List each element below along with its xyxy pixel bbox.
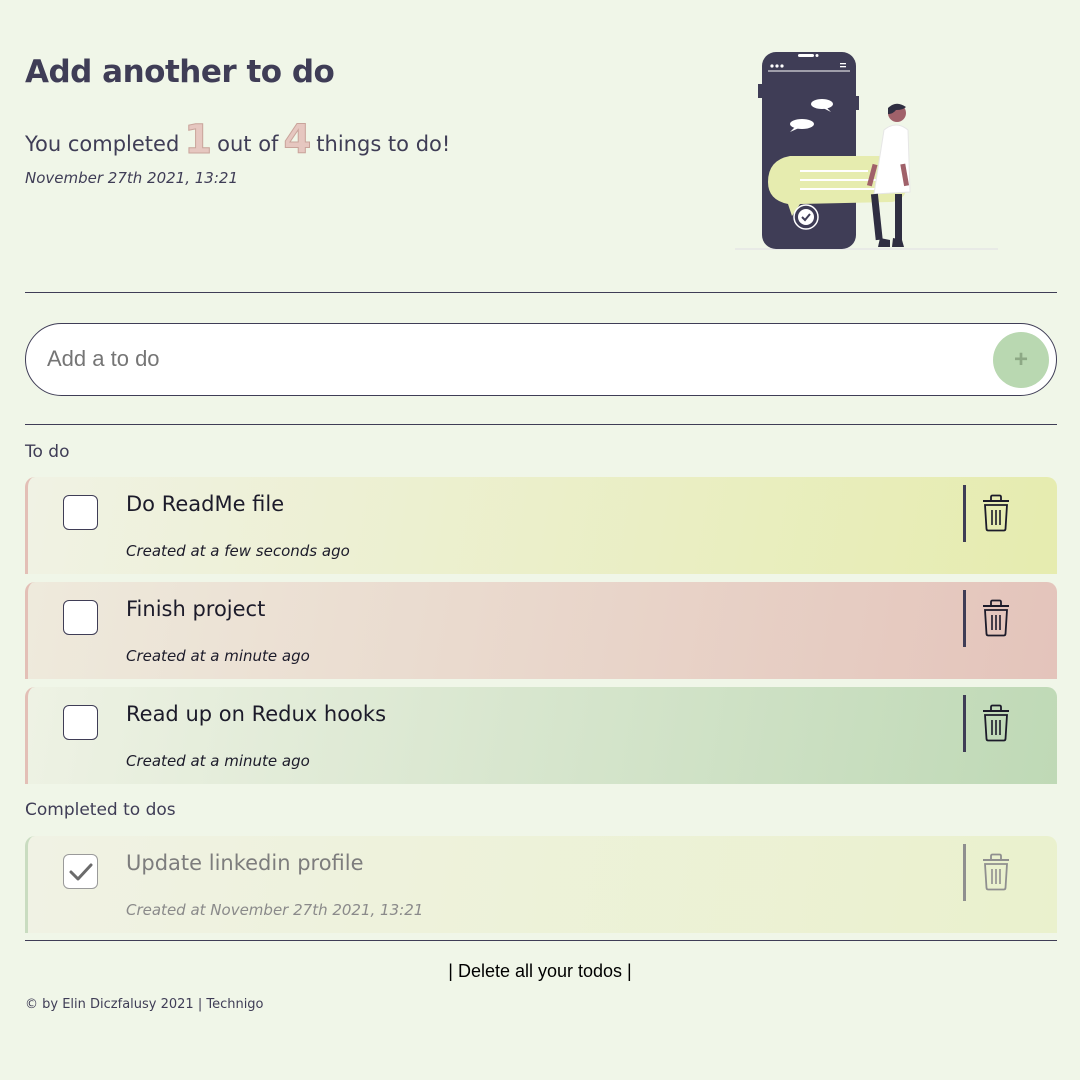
trash-icon[interactable] [980,494,1012,532]
todo-section-label: To do [25,442,70,462]
todo-text: Finish project [126,597,266,621]
todo-checkbox[interactable] [63,705,98,740]
todo-text: Do ReadMe file [126,492,285,516]
todo-checkbox[interactable] [63,600,98,635]
todo-item: Finish project Created at a minute ago [25,582,1057,679]
todo-item: Read up on Redux hooks Created at a minu… [25,687,1057,784]
total-count: 4 [283,117,312,163]
todo-divider [963,590,966,647]
todo-created: Created at a minute ago [126,647,310,665]
list-bottom-divider [25,940,1057,941]
todo-text: Read up on Redux hooks [126,702,387,726]
summary-suffix: things to do! [316,132,451,156]
todo-created: Created at November 27th 2021, 13:21 [126,901,424,919]
trash-icon[interactable] [980,853,1012,891]
todo-divider [963,485,966,542]
todo-created: Created at a few seconds ago [126,542,350,560]
todo-divider [963,844,966,901]
completed-count: 1 [184,117,213,163]
form-divider [25,424,1057,425]
completed-section-label: Completed to dos [25,800,176,820]
todo-illustration [735,52,998,250]
todo-text: Update linkedin profile [126,851,364,875]
add-todo-form: + [25,323,1057,396]
todo-checkbox-checked[interactable] [63,854,98,889]
progress-summary: You completed 1 out of 4 things to do! [25,116,451,161]
add-todo-input[interactable] [47,324,947,394]
current-date: November 27th 2021, 13:21 [25,169,238,187]
todo-checkbox[interactable] [63,495,98,530]
delete-all-button[interactable]: | Delete all your todos | [0,961,1080,982]
footer-credit: © by Elin Diczfalusy 2021 | Technigo [25,997,264,1012]
summary-middle: out of [217,132,279,156]
page-title: Add another to do [25,54,335,90]
header-divider [25,292,1057,293]
plus-icon: + [1013,346,1028,373]
todo-item: Do ReadMe file Created at a few seconds … [25,477,1057,574]
trash-icon[interactable] [980,599,1012,637]
trash-icon[interactable] [980,704,1012,742]
header: Add another to do You completed 1 out of… [25,0,1057,292]
todo-divider [963,695,966,752]
summary-prefix: You completed [25,132,180,156]
completed-todo-item: Update linkedin profile Created at Novem… [25,836,1057,933]
todo-created: Created at a minute ago [126,752,310,770]
checkmark-icon [69,863,92,880]
add-todo-button[interactable]: + [993,332,1049,388]
